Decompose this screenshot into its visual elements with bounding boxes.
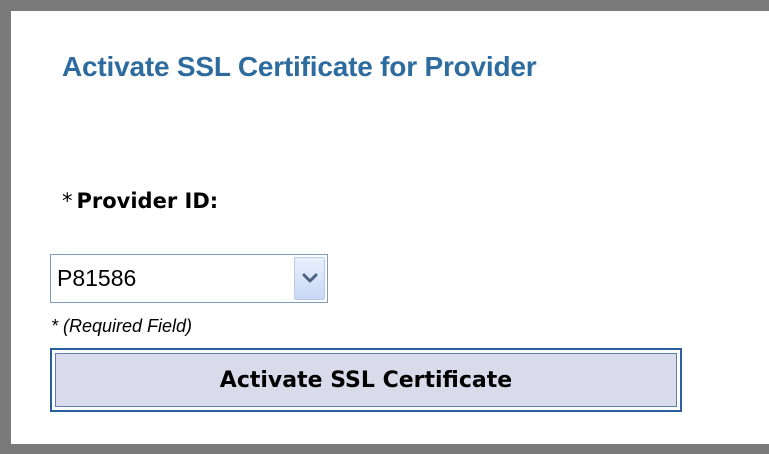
provider-id-label-text: Provider ID:	[76, 189, 219, 213]
provider-id-selected-value: P81586	[57, 265, 137, 291]
activate-ssl-certificate-button-label: Activate SSL Certificate	[55, 353, 677, 407]
provider-id-label: * Provider ID:	[62, 189, 218, 213]
activate-ssl-certificate-button[interactable]: Activate SSL Certificate	[50, 348, 682, 412]
chevron-down-icon	[302, 273, 318, 283]
select-dropdown-button[interactable]	[294, 257, 325, 300]
required-field-note: * (Required Field)	[51, 316, 193, 336]
page-title: Activate SSL Certificate for Provider	[62, 51, 537, 82]
required-marker: *	[62, 189, 73, 213]
provider-id-select[interactable]: P81586	[50, 254, 328, 303]
